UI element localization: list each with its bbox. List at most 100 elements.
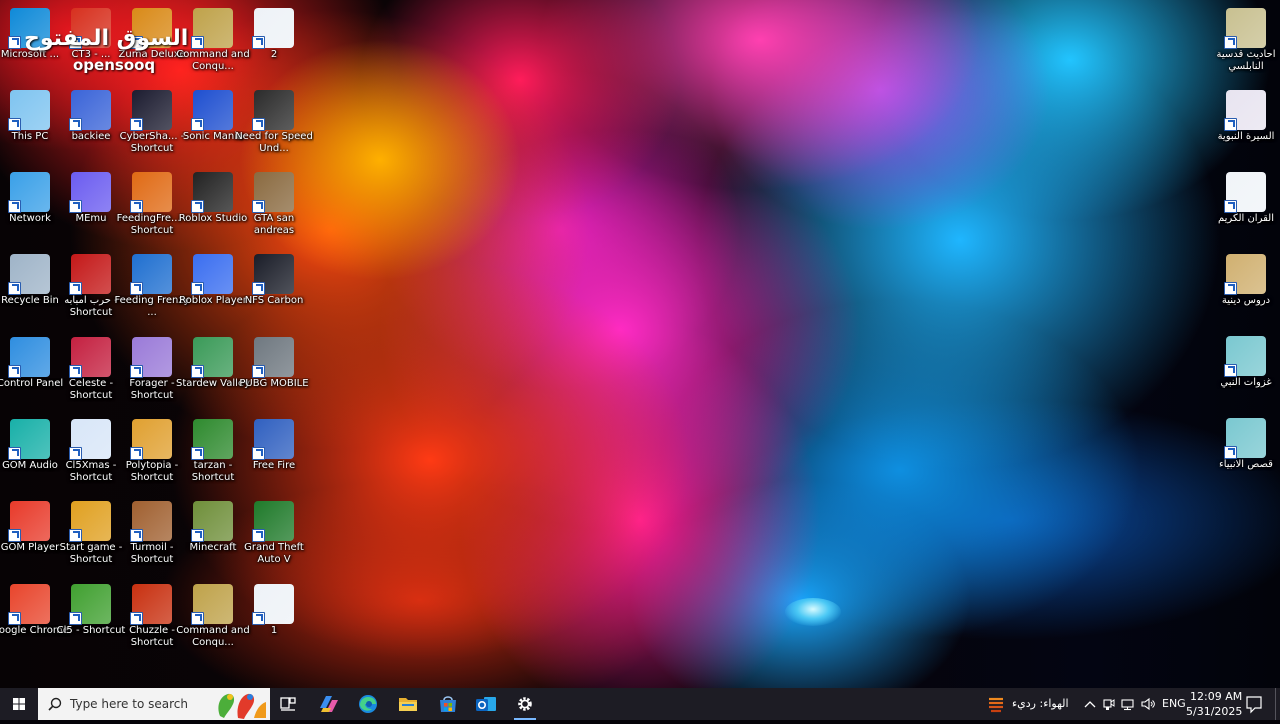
shortcut-arrow-icon [252, 529, 265, 542]
shortcut-arrow-icon [191, 36, 204, 49]
desktop-icon-label: 1 [270, 625, 278, 636]
shortcut-arrow-icon [69, 612, 82, 625]
input-language[interactable]: ENG [1162, 697, 1186, 710]
edge-icon [359, 695, 377, 713]
desktop-icon[interactable]: 2 [234, 6, 314, 86]
parrots-search-highlight-icon [218, 693, 266, 719]
shortcut-arrow-icon [69, 529, 82, 542]
file-explorer-icon [399, 698, 417, 711]
shortcut-arrow-icon [1224, 118, 1237, 131]
desktop-icon-label: GTA san andreas [253, 213, 295, 236]
outlook-button[interactable] [466, 692, 506, 720]
shortcut-arrow-icon [130, 612, 143, 625]
clock-date[interactable]: 5/31/2025 [1186, 705, 1242, 718]
desktop-icon-label: PUBG MOBILE [239, 378, 309, 389]
shortcut-arrow-icon [69, 282, 82, 295]
desktop-icon[interactable]: GTA san andreas [234, 170, 314, 250]
shortcut-arrow-icon [8, 36, 21, 49]
shortcut-arrow-icon [252, 365, 265, 378]
desktop-icon[interactable]: القرآن الكريم [1206, 170, 1280, 250]
desktop-icon[interactable]: دروس دينية [1206, 252, 1280, 332]
shortcut-arrow-icon [1224, 200, 1237, 213]
desktop-icon[interactable]: Free Fire [234, 417, 314, 497]
notification-center-button[interactable] [1238, 688, 1270, 720]
search-icon [48, 697, 62, 711]
desktop-icon[interactable]: Need for Speed Und... [234, 88, 314, 168]
shortcut-arrow-icon [8, 200, 21, 213]
desktop-icon-label: دروس دينية [1221, 295, 1271, 306]
taskbar: Type here to search الهواء: رديء ENG 12:… [0, 688, 1280, 720]
shortcut-arrow-icon [1224, 282, 1237, 295]
shortcut-arrow-icon [252, 282, 265, 295]
show-desktop-button[interactable] [1275, 688, 1280, 720]
file-explorer-button[interactable] [388, 692, 428, 720]
weather-text[interactable]: الهواء: رديء [1012, 697, 1069, 710]
microsoft-store-icon [440, 696, 456, 712]
shortcut-arrow-icon [252, 447, 265, 460]
shortcut-arrow-icon [130, 282, 143, 295]
shortcut-arrow-icon [69, 36, 82, 49]
shortcut-arrow-icon [130, 447, 143, 460]
desktop-icon[interactable]: 1 [234, 582, 314, 662]
settings-icon [518, 697, 532, 711]
shortcut-arrow-icon [130, 36, 143, 49]
desktop-icon-label: Free Fire [252, 460, 296, 471]
desktop-icon-label: القرآن الكريم [1217, 213, 1274, 224]
copilot-button[interactable] [308, 692, 348, 720]
desktop-icon-label: غزوات النبي [1220, 377, 1272, 388]
shortcut-arrow-icon [252, 118, 265, 131]
task-view-button[interactable] [268, 692, 308, 720]
desktop-icon-label: Need for Speed Und... [235, 131, 313, 154]
desktop-icon-label: احاديث قدسية النابلسي [1216, 49, 1276, 72]
shortcut-arrow-icon [252, 36, 265, 49]
shortcut-arrow-icon [191, 529, 204, 542]
taskbar-search-box[interactable]: Type here to search [38, 688, 270, 720]
desktop-icon[interactable]: السيرة النبوية [1206, 88, 1280, 168]
shortcut-arrow-icon [130, 365, 143, 378]
shortcut-arrow-icon [191, 612, 204, 625]
desktop-icon[interactable]: PUBG MOBILE [234, 335, 314, 415]
shortcut-arrow-icon [130, 200, 143, 213]
shortcut-arrow-icon [8, 118, 21, 131]
shortcut-arrow-icon [1224, 36, 1237, 49]
desktop-icon-label: السيرة النبوية [1217, 131, 1275, 142]
shortcut-arrow-icon [252, 612, 265, 625]
speaker-icon[interactable] [1140, 697, 1156, 711]
shortcut-arrow-icon [1224, 364, 1237, 377]
microsoft-store-button[interactable] [428, 692, 468, 720]
meet-now-icon[interactable] [1102, 697, 1116, 711]
water-ripple [785, 598, 841, 626]
desktop-icon-label: NFS Carbon [244, 295, 304, 306]
shortcut-arrow-icon [8, 612, 21, 625]
shortcut-arrow-icon [69, 447, 82, 460]
edge-button[interactable] [348, 692, 388, 720]
windows-logo-icon [13, 698, 25, 710]
settings-button[interactable] [505, 692, 545, 720]
shortcut-arrow-icon [8, 447, 21, 460]
shortcut-arrow-icon [130, 529, 143, 542]
shortcut-arrow-icon [130, 118, 143, 131]
notification-icon [1246, 696, 1262, 714]
start-button[interactable] [0, 688, 38, 720]
desktop-icon[interactable]: غزوات النبي [1206, 334, 1280, 414]
desktop-icon-label: قصص الانبياء [1219, 459, 1273, 470]
shortcut-arrow-icon [8, 365, 21, 378]
chevron-up-icon[interactable] [1083, 698, 1097, 710]
desktop-icon[interactable]: قصص الانبياء [1206, 416, 1280, 496]
desktop-icon-label: 2 [270, 49, 278, 60]
shortcut-arrow-icon [252, 200, 265, 213]
desktop-icon[interactable]: Grand Theft Auto V [234, 499, 314, 579]
shortcut-arrow-icon [8, 282, 21, 295]
copilot-icon [320, 696, 338, 712]
desktop-icon[interactable]: احاديث قدسية النابلسي [1206, 6, 1280, 86]
desktop-icon[interactable]: NFS Carbon [234, 252, 314, 332]
shortcut-arrow-icon [69, 200, 82, 213]
weather-haze-icon[interactable] [986, 694, 1006, 714]
shortcut-arrow-icon [191, 282, 204, 295]
search-placeholder: Type here to search [70, 697, 188, 711]
desktop-icon-label: Grand Theft Auto V [244, 542, 304, 565]
clock-time[interactable]: 12:09 AM [1190, 690, 1242, 703]
network-icon[interactable] [1120, 697, 1136, 711]
shortcut-arrow-icon [191, 118, 204, 131]
shortcut-arrow-icon [8, 529, 21, 542]
